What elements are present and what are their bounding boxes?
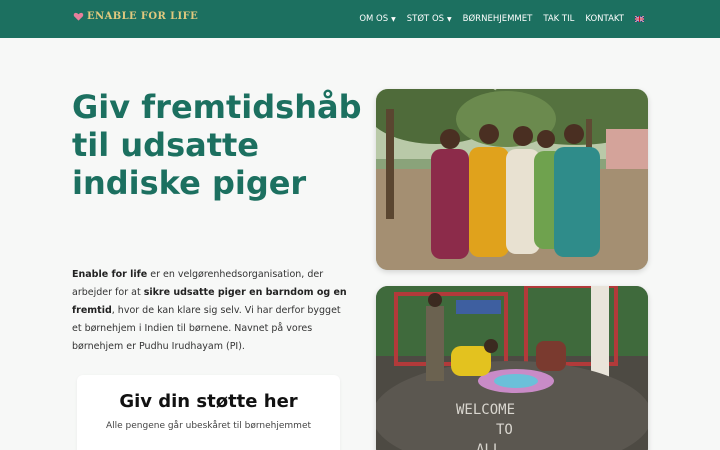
intro-org-name: Enable for life (72, 269, 148, 280)
nav-item-label: KONTAKT (585, 14, 624, 24)
nav-item-boernehjemmet[interactable]: BØRNEHJEMMET (463, 14, 533, 24)
intro-text: , hvor de kan klare sig selv. Vi har der… (72, 305, 341, 352)
nav-item-tak-til[interactable]: TAK TIL (543, 14, 574, 24)
photo-welcome-courtyard-image: WELCOME TO ALL (376, 286, 648, 450)
nav-item-kontakt[interactable]: KONTAKT (585, 14, 624, 24)
chevron-down-icon: ▼ (447, 15, 452, 23)
main-navigation: OM OS ▼ STØT OS ▼ BØRNEHJEMMET TAK TIL K… (359, 0, 644, 38)
language-switcher[interactable] (635, 16, 644, 22)
photo-girls-group (376, 89, 648, 270)
photo-welcome-courtyard: WELCOME TO ALL (376, 286, 648, 450)
nav-item-label: STØT OS (406, 14, 445, 24)
ground-text-welcome: WELCOME (456, 402, 515, 418)
heart-icon (73, 12, 84, 21)
nav-item-om-os[interactable]: OM OS ▼ (359, 14, 395, 24)
nav-item-label: TAK TIL (543, 14, 575, 24)
photo-girls-group-image (376, 89, 648, 270)
nav-item-label: BØRNEHJEMMET (462, 14, 533, 24)
intro-paragraph: Enable for life er en velgørenhedsorgani… (72, 266, 352, 356)
uk-flag-icon (635, 16, 644, 22)
ground-text-all: ALL (476, 442, 501, 450)
nav-item-label: OM OS (359, 14, 389, 24)
chevron-down-icon: ▼ (391, 15, 396, 23)
donation-card: Giv din støtte her Alle pengene går ubes… (77, 375, 340, 450)
donation-card-subtitle: Alle pengene går ubeskåret til børnehjem… (105, 421, 312, 431)
ground-text-to: TO (496, 422, 513, 438)
page-title: Giv fremtidshåb til udsatte indiske pige… (72, 88, 362, 202)
donation-card-title: Giv din støtte her (119, 391, 298, 412)
site-header: ENABLE FOR LIFE OM OS ▼ STØT OS ▼ BØRNEH… (0, 0, 720, 38)
brand-name: ENABLE FOR LIFE (87, 11, 199, 22)
site-logo[interactable]: ENABLE FOR LIFE (73, 11, 198, 22)
nav-item-stoet-os[interactable]: STØT OS ▼ (407, 14, 452, 24)
